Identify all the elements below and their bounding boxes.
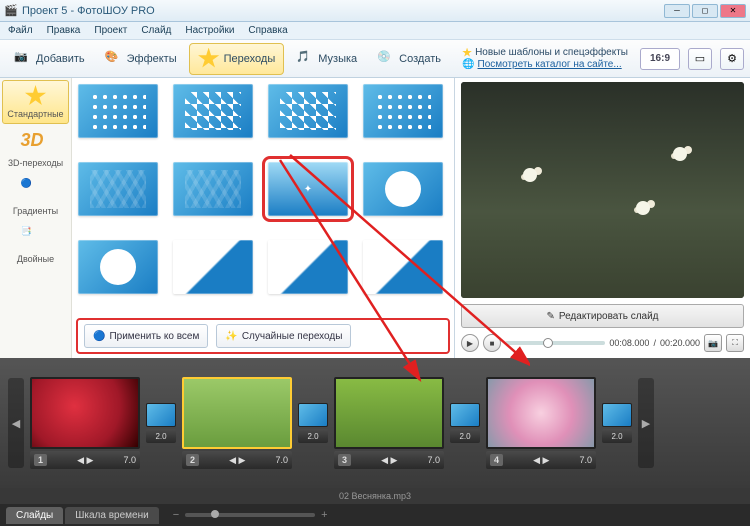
star-icon xyxy=(25,85,47,107)
tab-slides[interactable]: Слайды xyxy=(6,507,63,524)
transition-slot-3[interactable]: 2.0 xyxy=(450,403,480,443)
menubar: Файл Правка Проект Слайд Настройки Справ… xyxy=(0,22,750,40)
preview-mode-button[interactable]: ▭ xyxy=(688,48,712,70)
edit-slide-button[interactable]: ✎Редактировать слайд xyxy=(461,304,744,328)
music-icon: 🎵 xyxy=(296,50,314,68)
fullscreen-button[interactable]: ⛶ xyxy=(726,334,744,352)
app-icon: 🎬 xyxy=(4,4,18,18)
clip-4[interactable]: 4◀ ▶7.0 xyxy=(486,377,596,469)
close-button[interactable]: ✕ xyxy=(720,4,746,18)
effects-button[interactable]: 🎨Эффекты xyxy=(97,46,185,72)
preview-panel: ✎Редактировать слайд ▶ ■ 00:08.000 / 00:… xyxy=(455,78,750,358)
transition-thumb[interactable] xyxy=(173,84,253,138)
pencil-icon: ✎ xyxy=(546,311,554,322)
preview-viewport xyxy=(461,82,744,298)
globe-icon: 🌐 xyxy=(462,59,474,70)
menu-settings[interactable]: Настройки xyxy=(185,25,234,36)
timeline-next[interactable]: ▶ xyxy=(638,378,654,468)
add-button[interactable]: 📷Добавить xyxy=(6,46,93,72)
category-sidebar: Стандартные 3D3D-переходы 🔵Градиенты 📑Дв… xyxy=(0,78,72,358)
disc-icon: 💿 xyxy=(377,50,395,68)
stop-button[interactable]: ■ xyxy=(483,334,501,352)
minimize-button[interactable]: ─ xyxy=(664,4,690,18)
star-icon xyxy=(462,48,472,58)
double-icon: 📑 xyxy=(21,226,51,252)
palette-icon: 🎨 xyxy=(105,50,123,68)
transition-thumb[interactable] xyxy=(268,84,348,138)
menu-slide[interactable]: Слайд xyxy=(141,25,171,36)
globe-icon: 🔵 xyxy=(93,331,105,342)
time-current: 00:08.000 xyxy=(609,338,649,348)
clip-2[interactable]: 2◀ ▶7.0 xyxy=(182,377,292,469)
transitions-grid xyxy=(72,78,454,314)
transition-thumb[interactable] xyxy=(363,240,443,294)
transitions-button[interactable]: Переходы xyxy=(189,43,285,75)
snapshot-button[interactable]: 📷 xyxy=(704,334,722,352)
bottom-tabs: Слайды Шкала времени −+ xyxy=(0,504,750,526)
random-button[interactable]: ✨Случайные переходы xyxy=(216,324,351,348)
transition-thumb[interactable] xyxy=(78,240,158,294)
aspect-ratio[interactable]: 16:9 xyxy=(640,48,680,70)
audio-track[interactable]: 02 Веснянка.mp3 xyxy=(0,488,750,504)
toolbar: 📷Добавить 🎨Эффекты Переходы 🎵Музыка 💿Соз… xyxy=(0,40,750,78)
promo-link[interactable]: Посмотреть каталог на сайте... xyxy=(478,59,622,70)
timeline: ◀ 1◀ ▶7.0 2.0 2◀ ▶7.0 2.0 3◀ ▶7.0 2.0 4◀… xyxy=(0,358,750,488)
menu-file[interactable]: Файл xyxy=(8,25,33,36)
category-standard[interactable]: Стандартные xyxy=(2,80,69,124)
settings-button[interactable]: ⚙ xyxy=(720,48,744,70)
transitions-panel: Стандартные 3D3D-переходы 🔵Градиенты 📑Дв… xyxy=(0,78,455,358)
transition-slot-4[interactable]: 2.0 xyxy=(602,403,632,443)
transition-thumb[interactable] xyxy=(363,162,443,216)
menu-help[interactable]: Справка xyxy=(248,25,287,36)
time-total: 00:20.000 xyxy=(660,338,700,348)
clip-3[interactable]: 3◀ ▶7.0 xyxy=(334,377,444,469)
apply-all-button[interactable]: 🔵Применить ко всем xyxy=(84,324,208,348)
transition-slot-1[interactable]: 2.0 xyxy=(146,403,176,443)
menu-project[interactable]: Проект xyxy=(94,25,127,36)
star-icon xyxy=(198,48,220,70)
play-button[interactable]: ▶ xyxy=(461,334,479,352)
clip-1[interactable]: 1◀ ▶7.0 xyxy=(30,377,140,469)
menu-edit[interactable]: Правка xyxy=(47,25,81,36)
camera-icon: 📷 xyxy=(14,50,32,68)
seek-slider[interactable] xyxy=(505,341,605,345)
maximize-button[interactable]: ◻ xyxy=(692,4,718,18)
gradient-icon: 🔵 xyxy=(21,178,51,204)
category-3d[interactable]: 3D3D-переходы xyxy=(2,126,69,172)
transition-thumb[interactable] xyxy=(173,162,253,216)
promo-text: Новые шаблоны и спецэффекты xyxy=(475,47,628,58)
music-button[interactable]: 🎵Музыка xyxy=(288,46,365,72)
transition-thumb[interactable] xyxy=(363,84,443,138)
transition-thumb[interactable] xyxy=(78,162,158,216)
wand-icon: ✨ xyxy=(225,331,237,342)
action-bar: 🔵Применить ко всем ✨Случайные переходы xyxy=(76,318,450,354)
timeline-prev[interactable]: ◀ xyxy=(8,378,24,468)
promo-box: Новые шаблоны и спецэффекты 🌐 Посмотреть … xyxy=(462,47,628,70)
transition-thumb-selected[interactable] xyxy=(268,162,348,216)
zoom-control[interactable]: −+ xyxy=(161,509,744,521)
category-gradients[interactable]: 🔵Градиенты xyxy=(2,174,69,220)
3d-icon: 3D xyxy=(21,130,51,156)
transition-thumb[interactable] xyxy=(268,240,348,294)
create-button[interactable]: 💿Создать xyxy=(369,46,449,72)
transition-slot-2[interactable]: 2.0 xyxy=(298,403,328,443)
titlebar: 🎬 Проект 5 - ФотоШОУ PRO ─ ◻ ✕ xyxy=(0,0,750,22)
playback-bar: ▶ ■ 00:08.000 / 00:20.000 📷 ⛶ xyxy=(461,332,744,354)
tab-timescale[interactable]: Шкала времени xyxy=(65,507,158,524)
window-title: Проект 5 - ФотоШОУ PRO xyxy=(22,5,664,17)
category-double[interactable]: 📑Двойные xyxy=(2,222,69,268)
transition-thumb[interactable] xyxy=(78,84,158,138)
transition-thumb[interactable] xyxy=(173,240,253,294)
